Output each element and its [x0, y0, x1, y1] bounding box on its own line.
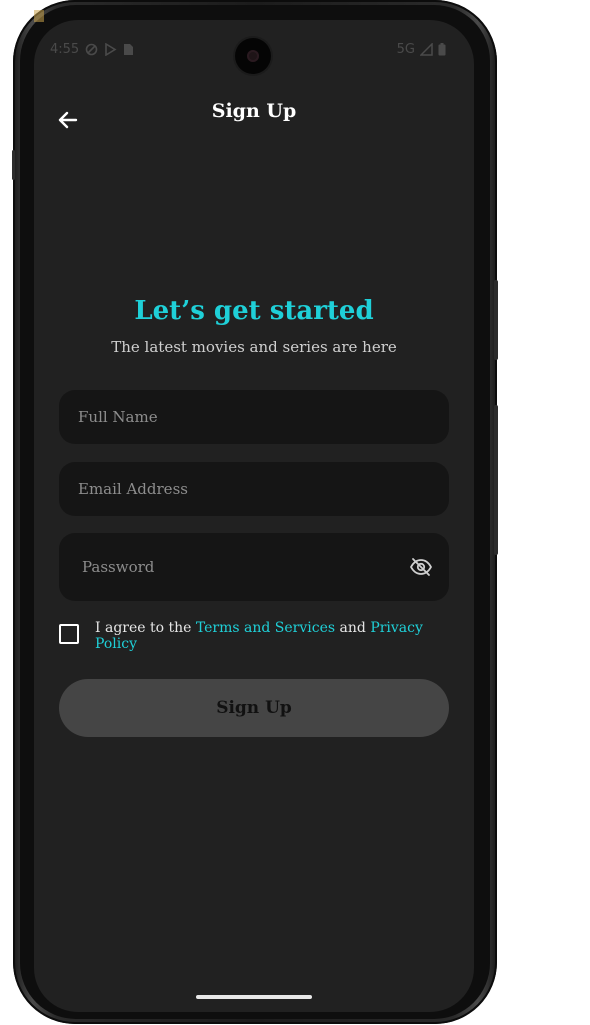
headline: Let’s get started: [134, 296, 374, 326]
sim-card-icon: [124, 43, 134, 55]
agree-middle: and: [335, 620, 371, 636]
front-camera: [235, 38, 271, 74]
play-store-icon: [105, 42, 117, 56]
eye-off-icon: [409, 558, 433, 576]
app-screen: 4:55 5G Sign Up Let’s get started The la…: [34, 20, 474, 1012]
phone-side-button: [494, 280, 498, 360]
page-title: Sign Up: [211, 100, 297, 122]
signal-icon: [420, 42, 433, 56]
phone-side-button: [12, 150, 15, 180]
password-visibility-toggle[interactable]: [409, 555, 433, 579]
status-bar-left: 4:55: [50, 40, 134, 58]
battery-icon: [438, 42, 446, 55]
sign-up-button[interactable]: Sign Up: [59, 679, 449, 737]
agreement-text: I agree to the Terms and Services and Pr…: [95, 620, 425, 652]
full-name-field[interactable]: [59, 390, 449, 444]
status-time: 4:55: [50, 41, 80, 57]
agree-checkbox[interactable]: [59, 624, 79, 644]
password-input[interactable]: [80, 557, 397, 577]
phone-corner-mark: [34, 10, 44, 22]
password-field[interactable]: [59, 533, 449, 601]
subheadline: The latest movies and series are here: [111, 338, 397, 356]
full-name-input[interactable]: [76, 407, 449, 427]
terms-link[interactable]: Terms and Services: [196, 620, 335, 636]
shield-icon: [85, 43, 98, 55]
email-field[interactable]: [59, 462, 449, 516]
agree-prefix: I agree to the: [95, 620, 196, 636]
network-type: 5G: [396, 41, 415, 57]
home-indicator[interactable]: [196, 995, 312, 999]
status-bar-right: 5G: [397, 40, 446, 58]
email-input[interactable]: [76, 479, 449, 499]
phone-side-button: [494, 405, 498, 555]
